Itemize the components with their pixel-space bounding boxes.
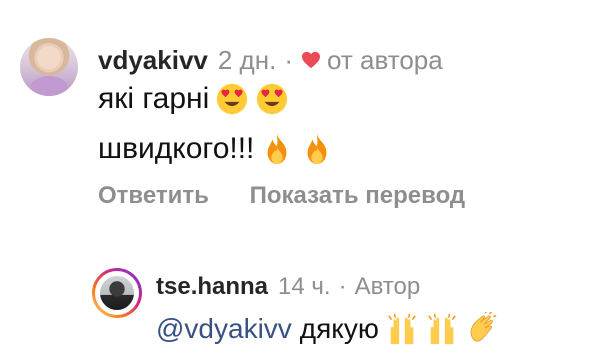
comment-meta: vdyakivv 2 дн. · от автора (98, 44, 443, 76)
comment-username[interactable]: vdyakivv (98, 45, 208, 76)
reply-time: 14 ч. (278, 273, 331, 300)
avatar[interactable] (92, 268, 142, 318)
author-liked-label: от автора (326, 44, 443, 75)
raising-hands-emoji-icon (388, 313, 416, 345)
fire-emoji-icon (267, 133, 287, 165)
comment-thread: vdyakivv 2 дн. · от автора які гарні шви… (0, 0, 600, 360)
separator: · (338, 273, 347, 300)
clapping-hands-emoji-icon (470, 312, 497, 342)
reply-button[interactable]: Ответить (98, 182, 209, 209)
reply-username[interactable]: tse.hanna (156, 273, 268, 301)
fire-emoji-icon (307, 133, 327, 165)
comment-actions: Ответить Показать перевод (98, 182, 499, 210)
comment-time: 2 дн. (217, 44, 277, 75)
author-badge: Автор (354, 273, 421, 300)
separator: · (284, 44, 293, 75)
mention-link[interactable]: @vdyakivv (156, 313, 292, 345)
comment-text: швидкого!!! (98, 132, 255, 165)
reply-meta: tse.hanna 14 ч. · Автор (156, 272, 420, 302)
heart-eyes-emoji-icon (217, 83, 248, 115)
avatar[interactable] (20, 38, 78, 96)
raising-hands-emoji-icon (428, 313, 456, 345)
avatar-photo (100, 276, 134, 310)
reply-text: дякую (299, 313, 379, 344)
comment-text-line-1: які гарні (98, 82, 289, 116)
comment-text: які гарні (98, 82, 210, 115)
heart-icon (301, 51, 320, 69)
reply-text-line: @vdyakivv дякую (156, 312, 499, 346)
heart-eyes-emoji-icon (257, 83, 288, 115)
comment-text-line-2: швидкого!!! (98, 132, 334, 166)
show-translation-button[interactable]: Показать перевод (250, 182, 466, 209)
story-ring (95, 271, 139, 315)
